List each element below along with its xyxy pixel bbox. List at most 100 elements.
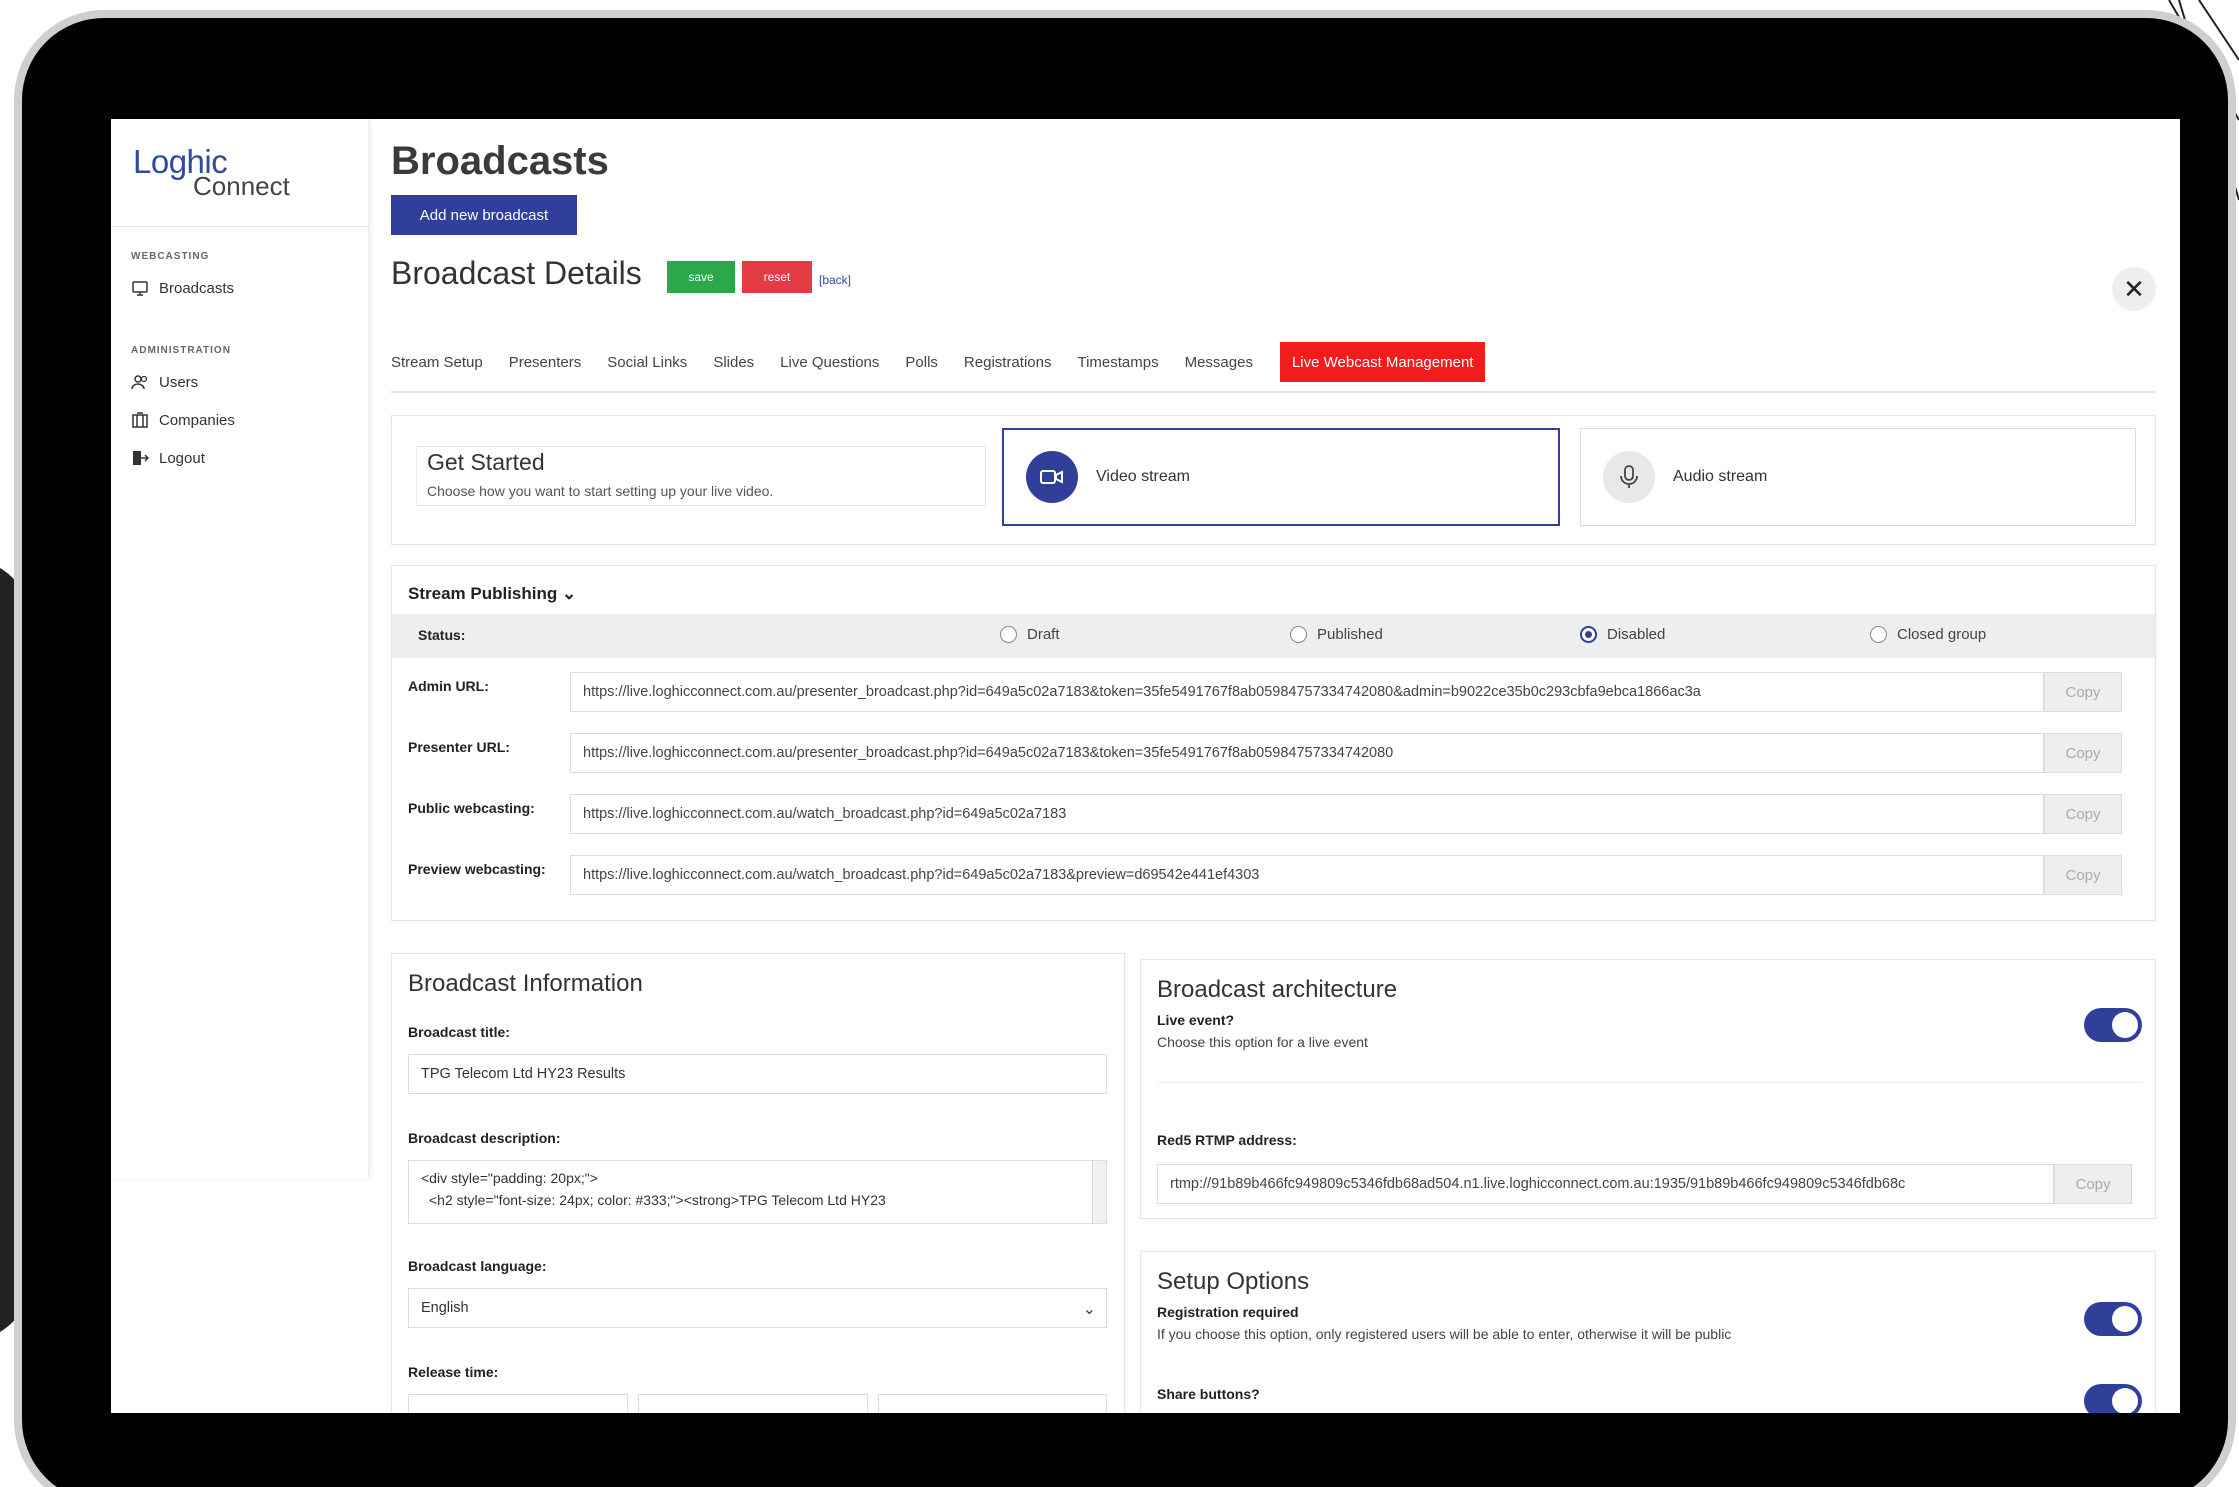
reset-button[interactable]: reset — [742, 261, 812, 293]
audio-stream-option[interactable]: Audio stream — [1580, 428, 2136, 526]
preview-webcasting-label: Preview webcasting: — [408, 861, 546, 877]
live-event-toggle[interactable] — [2084, 1008, 2142, 1042]
sidebar: Loghic Connect WEBCASTING Broadcasts ADM… — [111, 119, 369, 1179]
share-buttons-title: Share buttons? — [1157, 1386, 1260, 1402]
sidebar-heading-webcasting: WEBCASTING — [131, 251, 210, 262]
sidebar-item-logout[interactable]: Logout — [131, 449, 205, 467]
presenter-url-row: Presenter URL: Copy — [392, 733, 2155, 775]
tab-social-links[interactable]: Social Links — [594, 342, 700, 382]
status-radio-closed-group[interactable]: Closed group — [1870, 626, 1986, 643]
tab-presenters[interactable]: Presenters — [496, 342, 595, 382]
broadcast-language-value: English — [421, 1300, 469, 1316]
copy-preview-webcasting-button[interactable]: Copy — [2044, 855, 2122, 895]
back-link[interactable]: [back] — [819, 273, 851, 287]
status-label: Status: — [418, 627, 466, 643]
close-button[interactable]: ✕ — [2112, 267, 2156, 311]
sidebar-item-label: Users — [159, 373, 199, 391]
tab-bar: Stream Setup Presenters Social Links Sli… — [391, 333, 2156, 393]
close-icon: ✕ — [2123, 273, 2145, 304]
public-webcasting-field[interactable] — [570, 794, 2044, 834]
tab-registrations[interactable]: Registrations — [951, 342, 1065, 382]
broadcast-title-input[interactable]: TPG Telecom Ltd HY23 Results — [408, 1054, 1107, 1094]
release-timezone-select[interactable] — [878, 1394, 1107, 1413]
video-stream-option[interactable]: Video stream — [1002, 428, 1560, 526]
public-webcasting-label: Public webcasting: — [408, 800, 535, 816]
microphone-icon — [1603, 451, 1655, 503]
add-broadcast-button[interactable]: Add new broadcast — [391, 195, 577, 235]
textarea-scrollbar[interactable] — [1092, 1161, 1106, 1223]
tab-polls[interactable]: Polls — [892, 342, 951, 382]
chevron-down-icon: ⌄ — [1082, 1301, 1096, 1318]
setup-options-card: Setup Options Registration required If y… — [1140, 1251, 2156, 1413]
video-stream-label: Video stream — [1096, 468, 1190, 485]
sidebar-item-broadcasts[interactable]: Broadcasts — [131, 279, 234, 297]
status-radio-disabled[interactable]: Disabled — [1580, 626, 1665, 643]
broadcast-information-title: Broadcast Information — [408, 970, 643, 997]
presenter-url-field[interactable] — [570, 733, 2044, 773]
stream-publishing-heading-text: Stream Publishing — [408, 584, 558, 603]
tab-live-questions[interactable]: Live Questions — [767, 342, 892, 382]
get-started-title: Get Started — [427, 449, 545, 475]
monitor-icon — [132, 281, 148, 296]
radio-button[interactable] — [1580, 626, 1597, 643]
broadcast-architecture-title: Broadcast architecture — [1157, 976, 1398, 1003]
radio-label: Disabled — [1607, 626, 1666, 643]
copy-admin-url-button[interactable]: Copy — [2044, 672, 2122, 712]
radio-button[interactable] — [1290, 626, 1307, 643]
release-date-input[interactable] — [408, 1394, 628, 1413]
registration-required-title: Registration required — [1157, 1304, 1299, 1320]
broadcast-information-card: Broadcast Information Broadcast title: T… — [391, 953, 1125, 1413]
radio-button[interactable] — [1870, 626, 1887, 643]
tab-slides[interactable]: Slides — [700, 342, 767, 382]
rtmp-address-field[interactable] — [1157, 1164, 2054, 1204]
tab-stream-setup[interactable]: Stream Setup — [391, 342, 496, 382]
details-title: Broadcast Details — [391, 255, 642, 291]
status-radio-published[interactable]: Published — [1290, 626, 1383, 643]
sidebar-item-users[interactable]: Users — [131, 373, 198, 391]
save-button[interactable]: save — [667, 261, 735, 293]
tab-live-webcast-management[interactable]: Live Webcast Management — [1279, 342, 1486, 382]
stream-publishing-card: Stream Publishing ⌄ Status: Draft Publis… — [391, 565, 2156, 921]
app-screen: Loghic Connect WEBCASTING Broadcasts ADM… — [111, 119, 2180, 1413]
broadcast-title-label: Broadcast title: — [408, 1024, 510, 1040]
main-content: Broadcasts Add new broadcast Broadcast D… — [391, 119, 2166, 1413]
copy-rtmp-button[interactable]: Copy — [2054, 1164, 2132, 1204]
logo-sub-text: Connect — [193, 171, 290, 201]
description-line: <div style="padding: 20px;"> — [421, 1170, 598, 1186]
logout-icon — [133, 451, 149, 465]
sidebar-divider — [111, 226, 369, 227]
broadcast-language-select[interactable]: English ⌄ — [408, 1288, 1107, 1328]
description-line: <h2 style="font-size: 24px; color: #333;… — [429, 1192, 886, 1208]
share-buttons-toggle[interactable] — [2084, 1384, 2142, 1413]
radio-button[interactable] — [1000, 626, 1017, 643]
rtmp-address-label: Red5 RTMP address: — [1157, 1132, 1297, 1148]
copy-presenter-url-button[interactable]: Copy — [2044, 733, 2122, 773]
live-event-title: Live event? — [1157, 1012, 1235, 1028]
release-hour-input[interactable] — [638, 1394, 868, 1413]
radio-label: Published — [1317, 626, 1383, 643]
tablet-frame: Loghic Connect WEBCASTING Broadcasts ADM… — [14, 10, 2236, 1487]
page-title: Broadcasts — [391, 139, 609, 183]
admin-url-row: Admin URL: Copy — [392, 672, 2155, 714]
tab-timestamps[interactable]: Timestamps — [1064, 342, 1171, 382]
sidebar-item-companies[interactable]: Companies — [131, 411, 235, 429]
status-radio-draft[interactable]: Draft — [1000, 626, 1060, 643]
chevron-down-icon: ⌄ — [561, 584, 577, 603]
radio-label: Closed group — [1897, 626, 1987, 643]
public-webcasting-row: Public webcasting: Copy — [392, 794, 2155, 836]
preview-webcasting-field[interactable] — [570, 855, 2044, 895]
tab-messages[interactable]: Messages — [1172, 342, 1266, 382]
copy-public-webcasting-button[interactable]: Copy — [2044, 794, 2122, 834]
sidebar-heading-administration: ADMINISTRATION — [131, 345, 231, 356]
admin-url-field[interactable] — [570, 672, 2044, 712]
registration-required-toggle[interactable] — [2084, 1302, 2142, 1336]
get-started-subtitle: Choose how you want to start setting up … — [427, 483, 774, 499]
users-icon — [131, 375, 148, 390]
stream-publishing-heading[interactable]: Stream Publishing ⌄ — [408, 584, 576, 604]
get-started-box: Get Started Choose how you want to start… — [416, 446, 986, 506]
broadcast-description-textarea[interactable]: <div style="padding: 20px;"> <h2 style="… — [408, 1160, 1107, 1224]
sidebar-item-label: Logout — [159, 449, 205, 467]
sidebar-item-label: Broadcasts — [159, 279, 235, 297]
broadcast-architecture-card: Broadcast architecture Live event? Choos… — [1140, 959, 2156, 1219]
sidebar-item-label: Companies — [159, 411, 235, 429]
